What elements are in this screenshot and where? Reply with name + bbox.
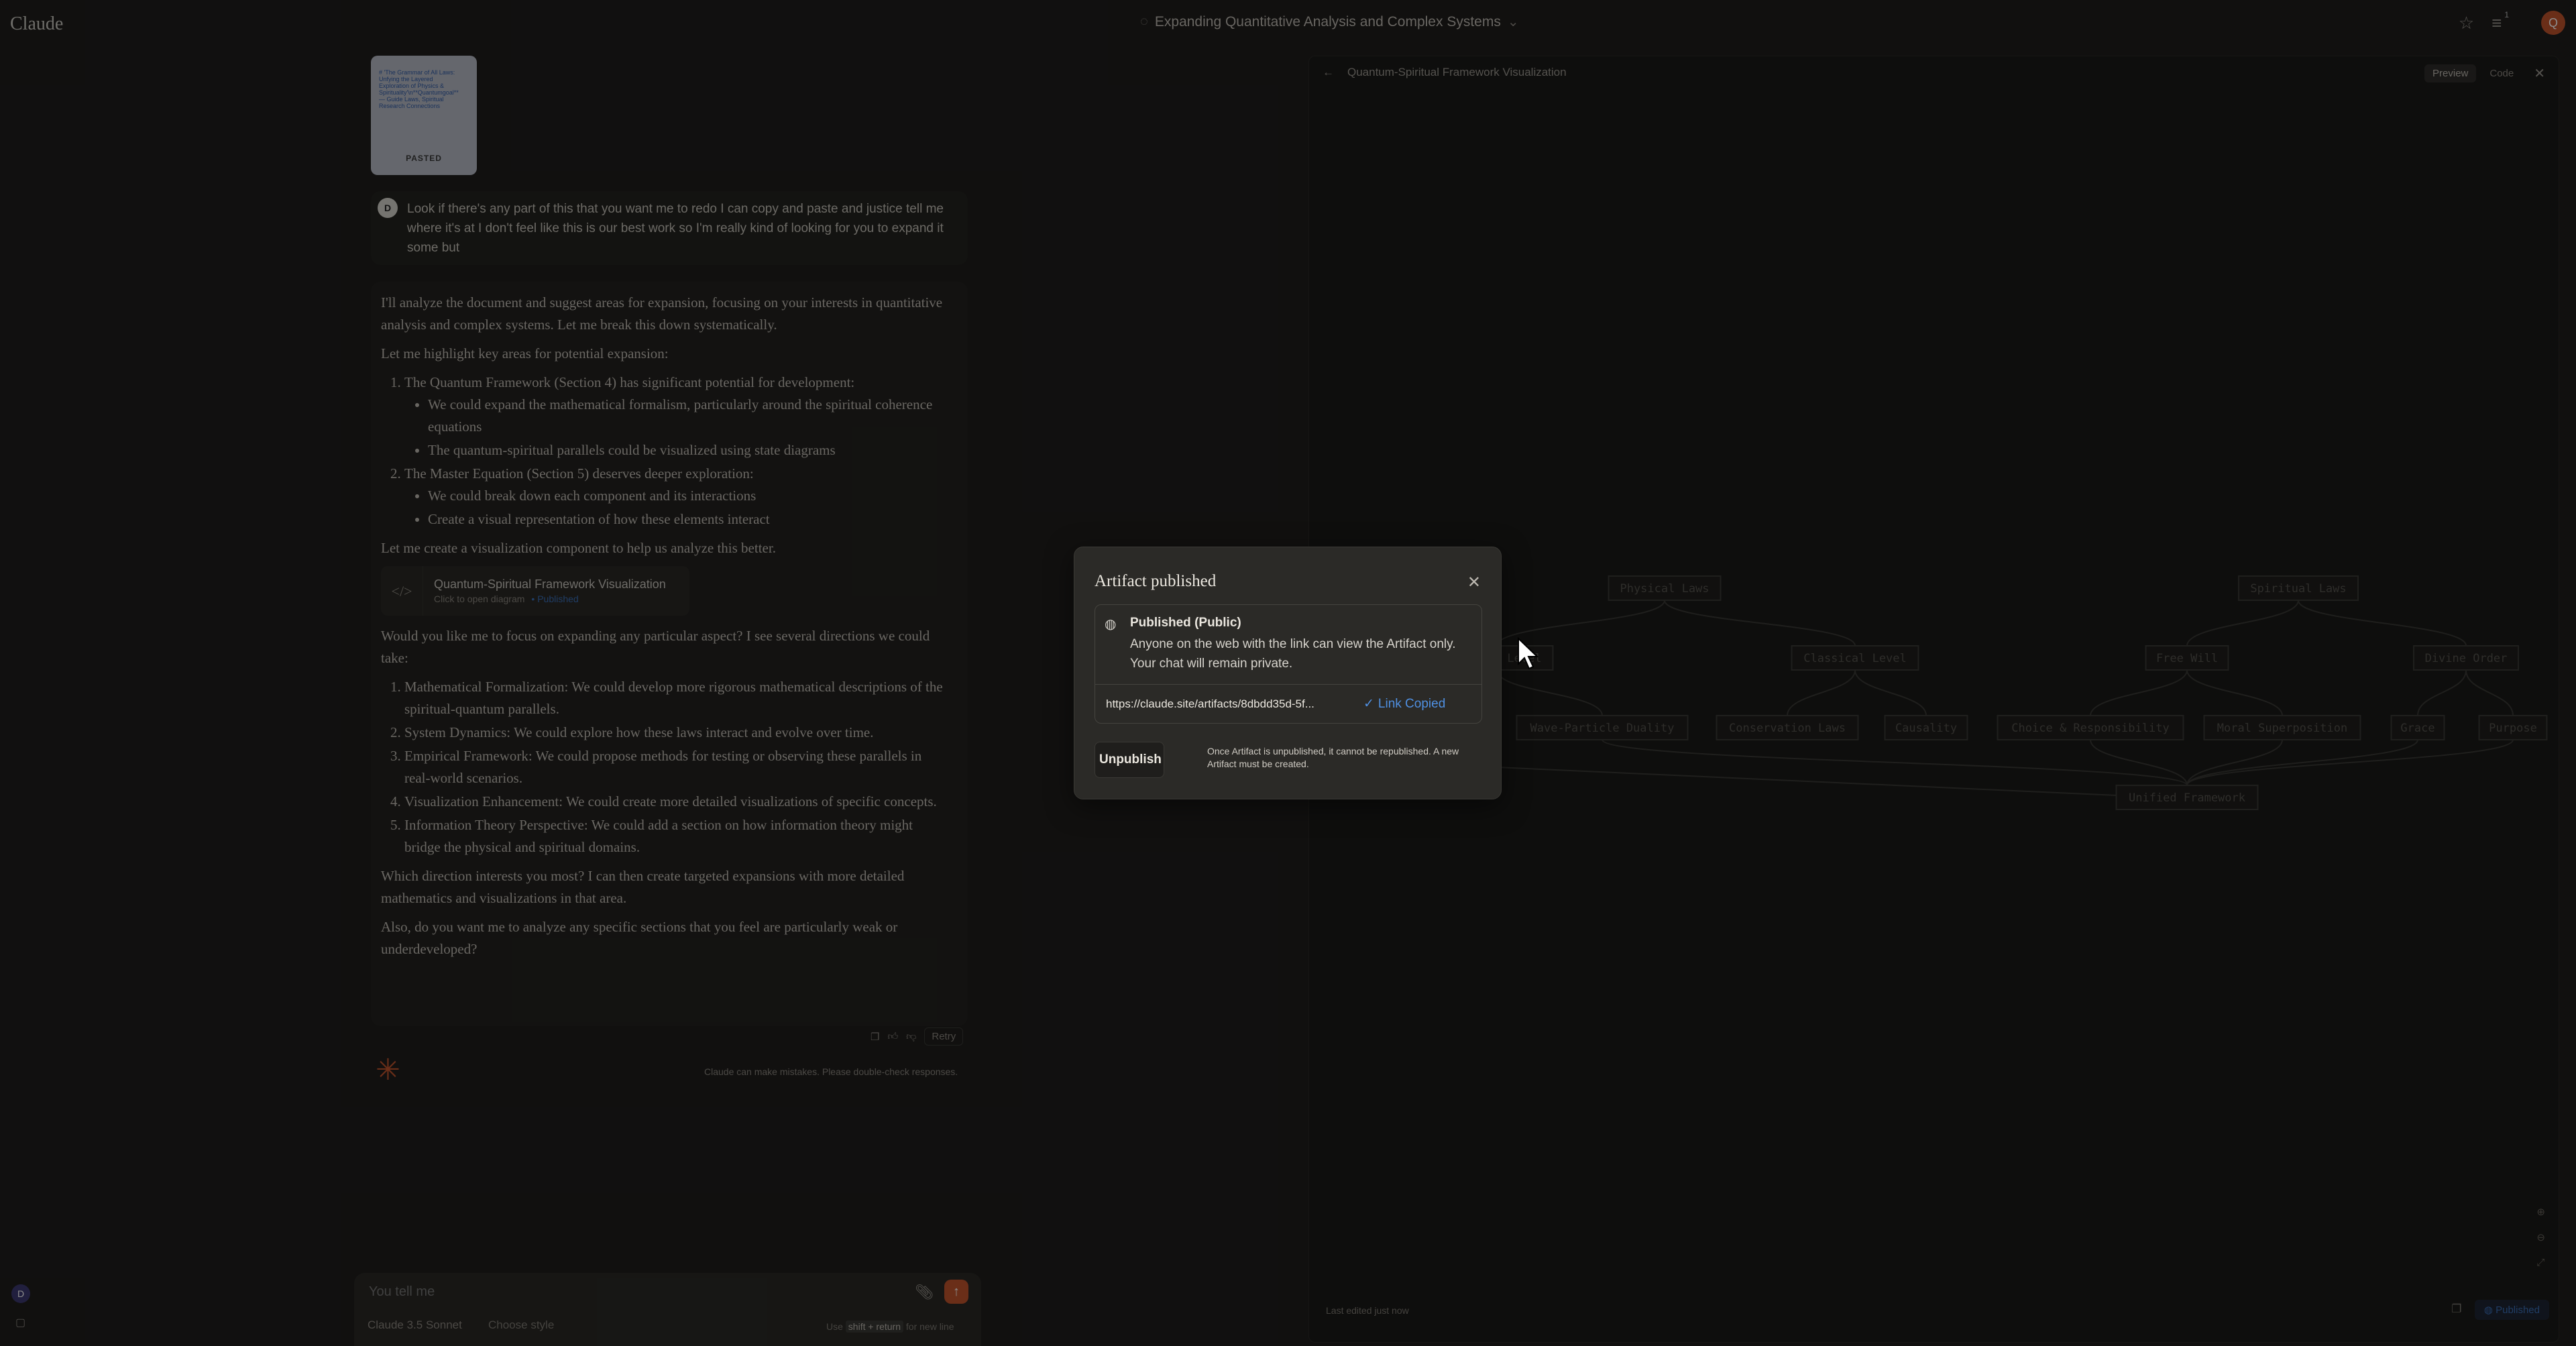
dialog-title: Artifact published xyxy=(1095,572,1217,590)
artifact-url[interactable]: https://claude.site/artifacts/8dbdd35d-5… xyxy=(1106,697,1347,711)
close-icon[interactable]: ✕ xyxy=(1467,573,1481,592)
unpublish-note: Once Artifact is unpublished, it cannot … xyxy=(1207,746,1459,769)
mouse-cursor-icon xyxy=(1518,637,1539,670)
publish-status-title: Published (Public) xyxy=(1130,616,1241,630)
divider xyxy=(1095,684,1481,685)
artifact-published-dialog: Artifact published ✕ ◍ Published (Public… xyxy=(1074,547,1502,799)
copy-link-button[interactable]: ✓ Link Copied xyxy=(1363,696,1445,712)
check-circle-icon: ✓ xyxy=(1363,697,1374,711)
globe-icon: ◍ xyxy=(1105,617,1117,632)
link-copied-label: Link Copied xyxy=(1378,696,1446,711)
publish-status-box: ◍ Published (Public) Anyone on the web w… xyxy=(1095,604,1482,724)
unpublish-button[interactable]: Unpublish xyxy=(1095,742,1164,778)
publish-status-description: Anyone on the web with the link can view… xyxy=(1130,637,1456,671)
